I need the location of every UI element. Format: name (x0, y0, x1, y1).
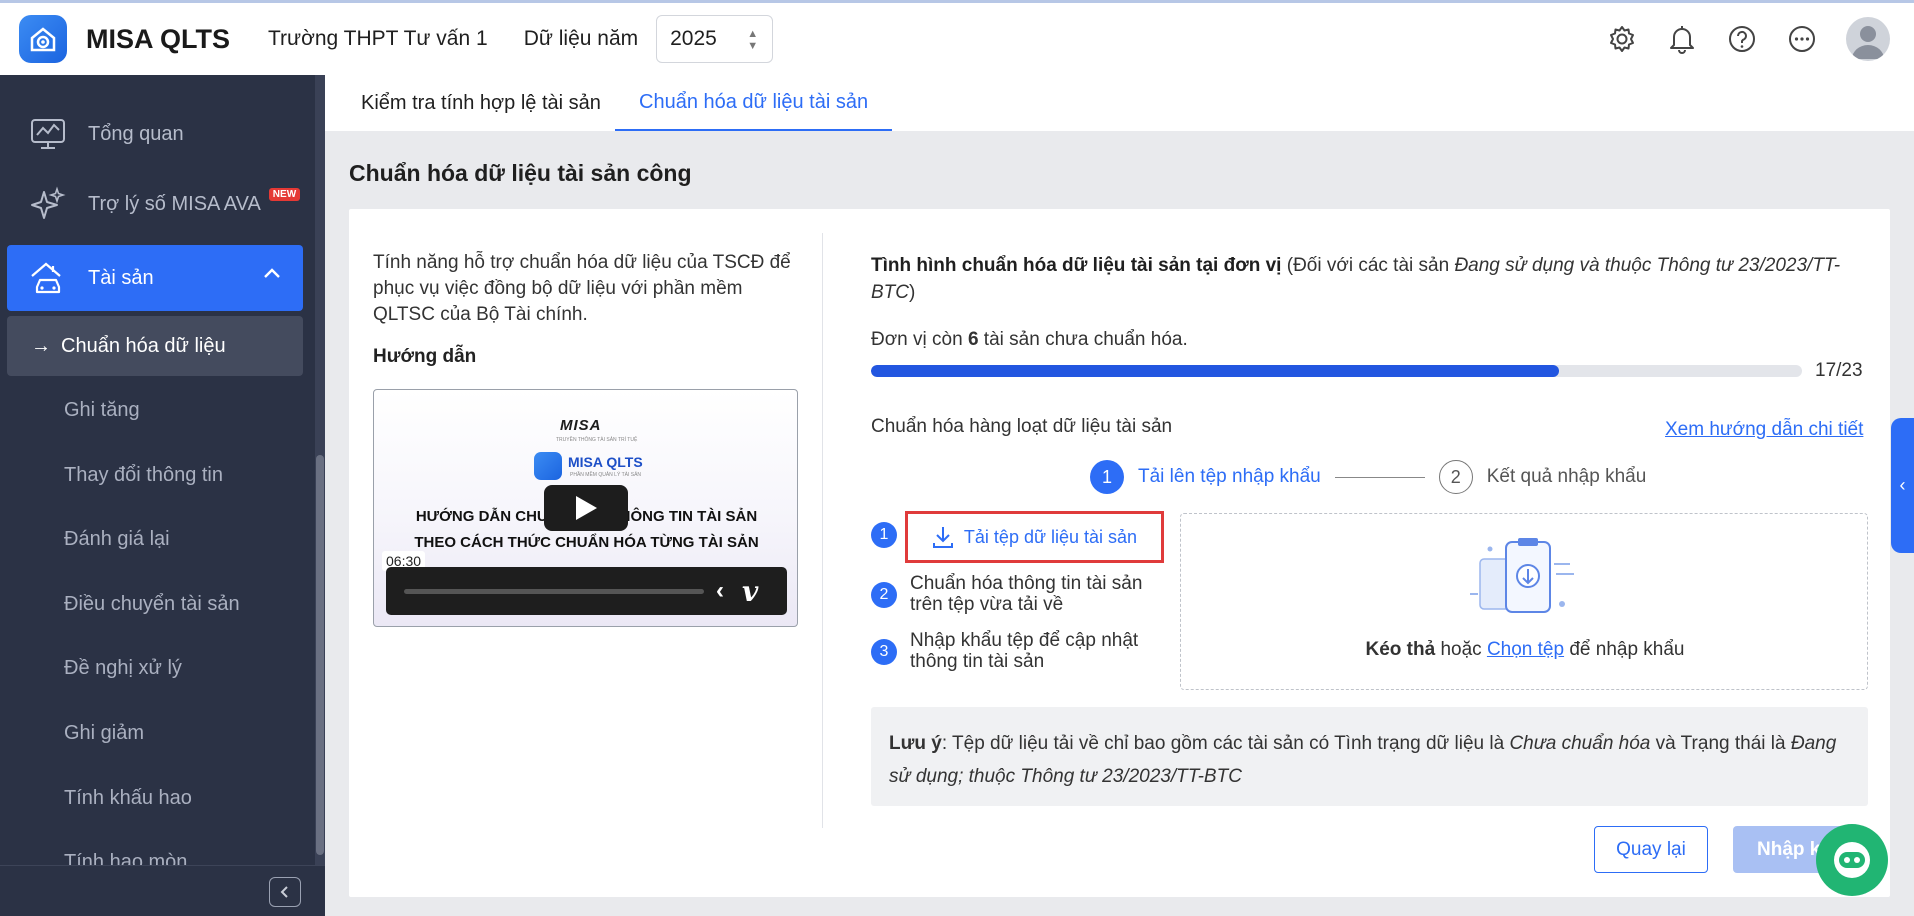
instruction-1-number: 1 (871, 522, 897, 548)
remaining-count: 6 (967, 329, 979, 350)
spinner-arrows-icon[interactable]: ▲ ▼ (747, 28, 758, 52)
house-car-icon (24, 260, 72, 296)
stepper: 1 Tải lên tệp nhập khẩu 2 Kết quả nhập k… (1090, 460, 1646, 494)
app-logo-icon[interactable] (19, 15, 67, 63)
progress-label: 17/23 (1815, 360, 1863, 381)
step-1-circle: 1 (1090, 460, 1124, 494)
tab-validate-assets[interactable]: Kiểm tra tính hợp lệ tài sản (361, 75, 601, 131)
back-button[interactable]: Quay lại (1594, 826, 1708, 873)
play-icon[interactable] (544, 485, 628, 531)
chevron-up-icon[interactable] (261, 263, 283, 291)
sidebar-footer (0, 865, 325, 916)
chart-monitor-icon (24, 117, 72, 151)
chat-bot-icon[interactable] (1816, 824, 1888, 896)
sidebar-subitem-change-info[interactable]: Thay đổi thông tin (7, 445, 303, 505)
batch-title: Chuẩn hóa hàng loạt dữ liệu tài sản (871, 416, 1173, 437)
more-icon[interactable] (1786, 23, 1818, 55)
instruction-2-number: 2 (871, 582, 897, 608)
detail-guide-link[interactable]: Xem hướng dẫn chi tiết (1665, 419, 1863, 441)
progress-fill (871, 365, 1560, 377)
choose-file-link[interactable]: Chọn tệp (1487, 639, 1564, 660)
instruction-3-number: 3 (871, 639, 897, 665)
instruction-3-text: Nhập khẩu tệp để cập nhật thông tin tài … (910, 630, 1139, 672)
side-panel-toggle-icon[interactable]: ‹ (1891, 418, 1914, 553)
video-headline-2: THEO CÁCH THỨC CHUẨN HÓA TỪNG TÀI SẢN (414, 534, 759, 551)
sidebar: Tổng quan Trợ lý số MISA AVA NEW Tài sản… (0, 75, 325, 916)
status-title: Tình hình chuẩn hóa dữ liệu tài sản tại … (871, 252, 1871, 306)
sidebar-subitem-standardize[interactable]: → Chuẩn hóa dữ liệu (7, 316, 303, 376)
note-text-2: và Trạng thái là (1650, 733, 1791, 754)
vimeo-icon[interactable]: v (742, 575, 758, 608)
divider (822, 233, 823, 828)
sidebar-subitem-decrease[interactable]: Ghi giảm (7, 703, 303, 763)
dropzone-or: hoặc (1435, 639, 1487, 660)
sidebar-item-assets[interactable]: Tài sản (7, 245, 303, 311)
guide-video[interactable]: MISA TRUYỀN THÔNG TÀI SẢN TRÍ TUỆ MISA Q… (373, 389, 798, 627)
status-title-bold: Tình hình chuẩn hóa dữ liệu tài sản tại … (871, 255, 1282, 276)
sidebar-item-ava[interactable]: Trợ lý số MISA AVA NEW (0, 171, 305, 237)
remaining-post: tài sản chưa chuẩn hóa. (978, 329, 1188, 350)
sidebar-subitem-revaluate[interactable]: Đánh giá lại (7, 509, 303, 569)
sidebar-subitem-transfer[interactable]: Điều chuyển tài sản (7, 574, 303, 634)
video-misa-subtitle: TRUYỀN THÔNG TÀI SẢN TRÍ TUỆ (556, 437, 638, 443)
instruction-2-text: Chuẩn hóa thông tin tài sản trên tệp vừa… (910, 573, 1143, 615)
video-qlts-title: MISA QLTS (568, 454, 643, 470)
page-title: Chuẩn hóa dữ liệu tài sản công (349, 160, 692, 186)
sidebar-item-label: Tài sản (88, 266, 154, 289)
school-name[interactable]: Trường THPT Tư vấn 1 (268, 27, 488, 51)
note-italic-1: Chưa chuẩn hóa (1509, 733, 1651, 754)
sidebar-subitem-increase[interactable]: Ghi tăng (7, 380, 303, 440)
dropzone-text: Kéo thả hoặc Chọn tệp để nhập khẩu (1181, 639, 1869, 661)
collapse-sidebar-icon[interactable] (269, 877, 301, 907)
note-text-1: : Tệp dữ liệu tải về chỉ bao gồm các tài… (941, 733, 1510, 754)
video-controls: ‹ v (386, 567, 787, 615)
video-progress-track[interactable] (404, 589, 704, 594)
sidebar-subitem-depreciation[interactable]: Tính khấu hao (7, 768, 303, 828)
status-title-paren-close: ) (909, 282, 916, 303)
sidebar-scrollbar[interactable] (315, 75, 325, 865)
guide-heading: Hướng dẫn (373, 346, 477, 367)
sidebar-item-overview[interactable]: Tổng quan (0, 101, 305, 167)
sparkle-icon (24, 186, 72, 222)
sidebar-subitem-label: Chuẩn hóa dữ liệu (61, 334, 226, 357)
download-icon (932, 525, 954, 549)
download-button-label: Tải tệp dữ liệu tài sản (963, 526, 1138, 547)
step-1-label: Tải lên tệp nhập khẩu (1138, 466, 1321, 487)
status-title-paren-open: (Đối với các tài sản (1281, 255, 1455, 276)
step-2-circle: 2 (1438, 460, 1473, 494)
file-dropzone[interactable]: Kéo thả hoặc Chọn tệp để nhập khẩu (1180, 513, 1868, 690)
video-qlts-logo-icon (534, 452, 562, 480)
remaining-text: Đơn vị còn 6 tài sản chưa chuẩn hóa. (871, 329, 1188, 351)
new-badge: NEW (268, 187, 301, 201)
tab-bar: Kiểm tra tính hợp lệ tài sản Chuẩn hóa d… (325, 75, 1914, 131)
note-label: Lưu ý (889, 733, 942, 754)
sidebar-item-label: Tổng quan (88, 122, 184, 145)
drag-drop-label: Kéo thả (1365, 639, 1436, 660)
progress-bar (871, 365, 1802, 377)
app-brand: MISA QLTS (86, 23, 230, 54)
arrow-right-icon: → (31, 334, 51, 357)
step-connector (1334, 476, 1425, 478)
sidebar-item-label: Trợ lý số MISA AVA (88, 192, 261, 215)
intro-text: Tính năng hỗ trợ chuẩn hóa dữ liệu của T… (373, 252, 791, 325)
help-icon[interactable] (1726, 23, 1758, 55)
year-label: Dữ liệu năm (523, 27, 639, 50)
tab-standardize-assets[interactable]: Chuẩn hóa dữ liệu tài sản (615, 75, 893, 131)
sidebar-subitem-propose[interactable]: Đề nghị xử lý (7, 638, 303, 698)
top-bar: MISA QLTS Trường THPT Tư vấn 1 Dữ liệu n… (0, 0, 1914, 75)
remaining-pre: Đơn vị còn (871, 329, 968, 350)
share-icon[interactable]: ‹ (716, 577, 724, 605)
bell-icon[interactable] (1666, 23, 1698, 55)
avatar-icon[interactable] (1846, 17, 1890, 61)
gear-icon[interactable] (1606, 23, 1638, 55)
download-data-file-button[interactable]: Tải tệp dữ liệu tài sản (905, 511, 1164, 563)
dropzone-suffix: để nhập khẩu (1564, 639, 1685, 660)
year-select[interactable]: 2025 ▲ ▼ (656, 15, 774, 63)
note-box: Lưu ý: Tệp dữ liệu tải về chỉ bao gồm cá… (871, 707, 1868, 806)
year-value: 2025 (670, 27, 717, 50)
video-misa-logo: MISA (560, 417, 602, 434)
upload-file-icon (1470, 534, 1580, 630)
video-qlts-subtitle: PHẦN MỀM QUẢN LÝ TÀI SẢN (570, 472, 642, 478)
step-2-label: Kết quả nhập khẩu (1486, 466, 1647, 487)
